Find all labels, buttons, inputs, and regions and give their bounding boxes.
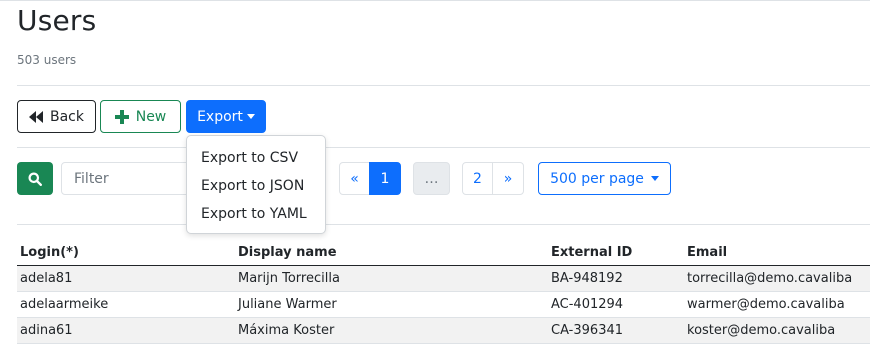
export-json-item[interactable]: Export to JSON bbox=[187, 172, 325, 200]
pagination-prev[interactable]: « bbox=[339, 162, 370, 195]
export-label: Export bbox=[197, 108, 243, 125]
export-yaml-item[interactable]: Export to YAML bbox=[187, 200, 325, 228]
divider bbox=[17, 224, 870, 225]
user-count: 503 users bbox=[17, 53, 77, 67]
pagination-page-1[interactable]: 1 bbox=[369, 162, 401, 195]
users-table: Login(*) Display name External ID Email … bbox=[17, 240, 870, 344]
caret-down-icon bbox=[246, 114, 255, 119]
search-icon bbox=[28, 172, 42, 186]
export-csv-item[interactable]: Export to CSV bbox=[187, 144, 325, 172]
export-dropdown-menu: Export to CSV Export to JSON Export to Y… bbox=[186, 135, 326, 234]
cell-display-name: Juliane Warmer bbox=[235, 291, 548, 318]
plus-icon bbox=[114, 109, 129, 124]
cell-display-name: Máxima Koster bbox=[235, 317, 548, 344]
per-page-select[interactable]: 500 per page bbox=[538, 162, 671, 195]
page-title: Users bbox=[17, 4, 97, 37]
top-border bbox=[0, 0, 870, 1]
table-header-row: Login(*) Display name External ID Email bbox=[17, 240, 870, 266]
back-label: Back bbox=[50, 108, 84, 125]
cell-display-name: Marijn Torrecilla bbox=[235, 265, 548, 292]
caret-down-icon bbox=[650, 176, 659, 181]
pagination-next[interactable]: » bbox=[492, 162, 524, 195]
cell-email: torrecilla@demo.cavaliba bbox=[684, 265, 870, 292]
search-button[interactable] bbox=[17, 162, 53, 195]
table-row[interactable]: adela81 Marijn Torrecilla BA-948192 torr… bbox=[17, 265, 870, 292]
cell-email: koster@demo.cavaliba bbox=[684, 317, 870, 344]
pagination-ellipsis: … bbox=[413, 162, 450, 195]
cell-external-id: AC-401294 bbox=[548, 291, 684, 318]
cell-login[interactable]: adela81 bbox=[17, 265, 235, 292]
new-label: New bbox=[135, 108, 167, 125]
table-row[interactable]: adelaarmeike Juliane Warmer AC-401294 wa… bbox=[17, 291, 870, 318]
table-row[interactable]: adina61 Máxima Koster CA-396341 koster@d… bbox=[17, 317, 870, 344]
cell-email: warmer@demo.cavaliba bbox=[684, 291, 870, 318]
column-header-email[interactable]: Email bbox=[684, 240, 870, 266]
pagination-page-2[interactable]: 2 bbox=[462, 162, 493, 195]
column-header-display-name[interactable]: Display name bbox=[235, 240, 548, 266]
cell-login[interactable]: adelaarmeike bbox=[17, 291, 235, 318]
back-icon bbox=[29, 110, 43, 123]
column-header-external-id[interactable]: External ID bbox=[548, 240, 684, 266]
cell-external-id: CA-396341 bbox=[548, 317, 684, 344]
per-page-label: 500 per page bbox=[550, 170, 644, 187]
filter-input[interactable] bbox=[61, 162, 201, 195]
divider bbox=[17, 85, 870, 86]
back-button[interactable]: Back bbox=[17, 100, 96, 133]
cell-external-id: BA-948192 bbox=[548, 265, 684, 292]
divider bbox=[17, 147, 870, 148]
column-header-login[interactable]: Login(*) bbox=[17, 240, 235, 266]
export-button[interactable]: Export bbox=[186, 100, 266, 133]
new-button[interactable]: New bbox=[100, 100, 181, 133]
cell-login[interactable]: adina61 bbox=[17, 317, 235, 344]
